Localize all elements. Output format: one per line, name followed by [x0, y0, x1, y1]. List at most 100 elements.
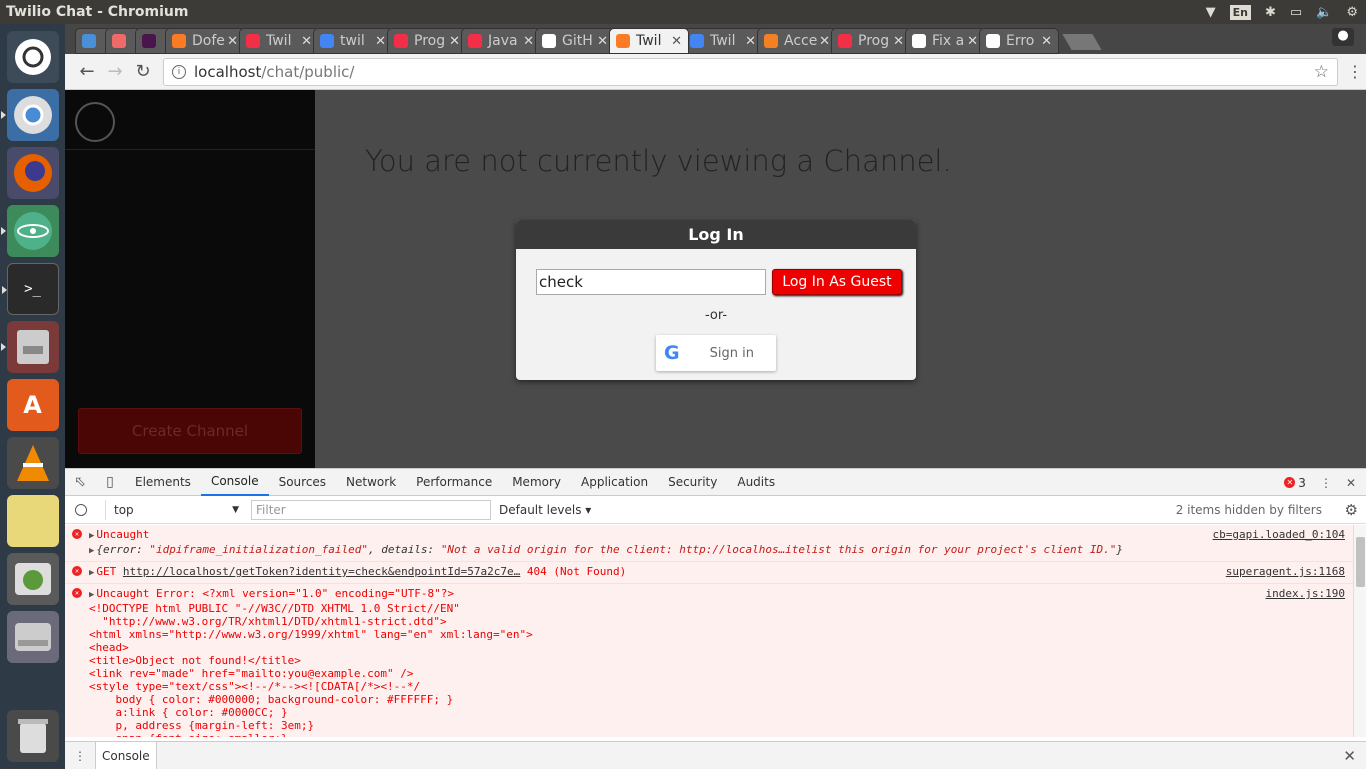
or-separator: -or-	[704, 308, 728, 323]
drawer-menu-icon[interactable]: ⋮	[65, 749, 95, 763]
console-scrollbar[interactable]	[1353, 525, 1366, 737]
login-as-guest-button[interactable]: Log In As Guest	[772, 269, 902, 295]
source-link[interactable]: index.js:190	[1266, 587, 1345, 600]
device-toolbar-icon[interactable]: ▯	[95, 474, 125, 490]
tab-close-icon[interactable]: ✕	[671, 34, 682, 49]
login-modal: Log In Log In As Guest -or- G Sign in	[516, 220, 916, 380]
google-signin-button[interactable]: G Sign in	[656, 335, 776, 371]
sticky-notes-launcher-icon[interactable]	[6, 495, 59, 547]
sidebar-divider	[65, 149, 315, 150]
expand-triangle-icon[interactable]: ▶	[89, 546, 94, 556]
new-tab-button[interactable]	[1062, 34, 1102, 50]
devtools-tab-audits[interactable]: Audits	[727, 469, 785, 496]
devtools-tab-elements[interactable]: Elements	[125, 469, 201, 496]
bluetooth-icon[interactable]: ✱	[1265, 5, 1276, 20]
tab-favicon-icon	[764, 34, 778, 48]
ubuntu-dash-icon[interactable]	[6, 31, 59, 83]
browser-tab[interactable]: Twil ✕	[683, 28, 763, 54]
drawer-close-icon[interactable]: ✕	[1343, 747, 1356, 765]
settings-gear-icon[interactable]: ⚙	[1346, 5, 1358, 20]
devtools-tab-sources[interactable]: Sources	[269, 469, 336, 496]
devtools-tab-performance[interactable]: Performance	[406, 469, 502, 496]
console-filter-input[interactable]: Filter	[251, 499, 491, 520]
reload-icon[interactable]: ↻	[129, 58, 157, 86]
console-settings-gear-icon[interactable]: ⚙	[1345, 501, 1358, 519]
error-count-badge[interactable]: ✕ 3	[1284, 476, 1306, 490]
tab-close-icon[interactable]: ✕	[745, 34, 756, 49]
trash-launcher-icon[interactable]	[6, 710, 59, 762]
browser-tab[interactable]: Prog ✕	[831, 28, 911, 54]
error-icon: ✕	[1284, 477, 1296, 488]
battery-icon[interactable]: ▭	[1290, 5, 1302, 20]
wifi-icon[interactable]: ▼	[1206, 5, 1216, 20]
tab-close-icon[interactable]: ✕	[375, 34, 386, 49]
request-url-link[interactable]: http://localhost/getToken?identity=check…	[123, 565, 520, 578]
console-error-message: ✕ ▶ Uncaught ▶ {error: "idpiframe_initiali…	[65, 525, 1353, 562]
firefox-launcher-icon[interactable]	[6, 147, 59, 199]
software-center-launcher-icon[interactable]: A	[6, 379, 59, 431]
tab-close-icon[interactable]: ✕	[301, 34, 312, 49]
context-selector[interactable]: top ▼	[105, 499, 245, 520]
tab-label: GitH	[562, 33, 593, 49]
log-levels-dropdown[interactable]: Default levels ▾	[499, 503, 591, 517]
devtools-tab-memory[interactable]: Memory	[502, 469, 571, 496]
terminal-launcher-icon[interactable]: >_	[1, 263, 59, 315]
tab-label: Twil	[266, 33, 292, 49]
disk-launcher-icon[interactable]	[6, 611, 59, 663]
address-bar[interactable]: i localhost/chat/public/ ☆	[163, 57, 1338, 86]
tab-close-icon[interactable]: ✕	[967, 34, 978, 49]
system-monitor-launcher-icon[interactable]	[6, 553, 59, 605]
message-text: Uncaught	[96, 528, 150, 541]
devtools-tab-application[interactable]: Application	[571, 469, 658, 496]
username-input[interactable]	[536, 269, 766, 295]
browser-tab[interactable]: Twil ✕	[609, 28, 689, 54]
source-link[interactable]: cb=gapi.loaded_0:104	[1213, 528, 1345, 541]
google-logo-icon: G	[664, 342, 680, 364]
clear-console-icon[interactable]	[75, 503, 87, 516]
devtools-close-icon[interactable]: ✕	[1346, 476, 1356, 490]
devtools-tab-console[interactable]: Console	[200, 469, 269, 496]
drawer-tab-console[interactable]: Console	[95, 742, 157, 769]
browser-tab[interactable]: Twil ✕	[239, 28, 319, 54]
site-info-icon[interactable]: i	[172, 64, 186, 79]
devtools-tab-bar: ⬁ ▯ Elements Console Sources Network Perform…	[65, 469, 1366, 496]
browser-tab[interactable]: Erro ✕	[979, 28, 1059, 54]
browser-tab[interactable]: Fix a ✕	[905, 28, 985, 54]
tab-close-icon[interactable]: ✕	[1041, 34, 1052, 49]
expand-triangle-icon[interactable]: ▶	[89, 590, 94, 600]
tab-close-icon[interactable]: ✕	[893, 34, 904, 49]
create-channel-button[interactable]: Create Channel	[78, 408, 302, 454]
tab-favicon-icon	[142, 34, 156, 48]
tab-close-icon[interactable]: ✕	[597, 34, 608, 49]
object-suffix: }	[1116, 543, 1123, 556]
forward-arrow-icon[interactable]: →	[101, 58, 129, 86]
chromium-launcher-icon[interactable]	[0, 89, 59, 141]
keyboard-lang-indicator[interactable]: En	[1229, 4, 1251, 20]
browser-tab[interactable]: Java ✕	[461, 28, 541, 54]
vlc-launcher-icon[interactable]	[6, 437, 59, 489]
volume-icon[interactable]: 🔈	[1316, 5, 1332, 20]
tab-close-icon[interactable]: ✕	[227, 34, 238, 49]
back-arrow-icon[interactable]: ←	[73, 58, 101, 86]
expand-triangle-icon[interactable]: ▶	[89, 531, 94, 541]
browser-tab[interactable]: twil ✕	[313, 28, 393, 54]
expand-triangle-icon[interactable]: ▶	[89, 568, 94, 578]
browser-tab[interactable]: Prog ✕	[387, 28, 467, 54]
atom-launcher-icon[interactable]	[0, 205, 59, 257]
tab-close-icon[interactable]: ✕	[819, 34, 830, 49]
devtools-tab-network[interactable]: Network	[336, 469, 406, 496]
browser-tab[interactable]: Acce ✕	[757, 28, 837, 54]
browser-tab[interactable]: Dofe ✕	[165, 28, 245, 54]
tab-close-icon[interactable]: ✕	[449, 34, 460, 49]
bookmark-star-icon[interactable]: ☆	[1314, 62, 1329, 82]
devtools-tab-security[interactable]: Security	[658, 469, 727, 496]
browser-tab[interactable]: GitH ✕	[535, 28, 615, 54]
tab-close-icon[interactable]: ✕	[523, 34, 534, 49]
files-launcher-icon[interactable]	[0, 321, 59, 373]
scrollbar-thumb[interactable]	[1356, 537, 1365, 587]
profile-icon[interactable]: ●	[1332, 28, 1354, 46]
inspect-element-icon[interactable]: ⬁	[65, 474, 95, 490]
browser-menu-icon[interactable]: ⋮	[1344, 62, 1366, 81]
devtools-menu-icon[interactable]: ⋮	[1320, 476, 1332, 490]
source-link[interactable]: superagent.js:1168	[1226, 565, 1345, 578]
